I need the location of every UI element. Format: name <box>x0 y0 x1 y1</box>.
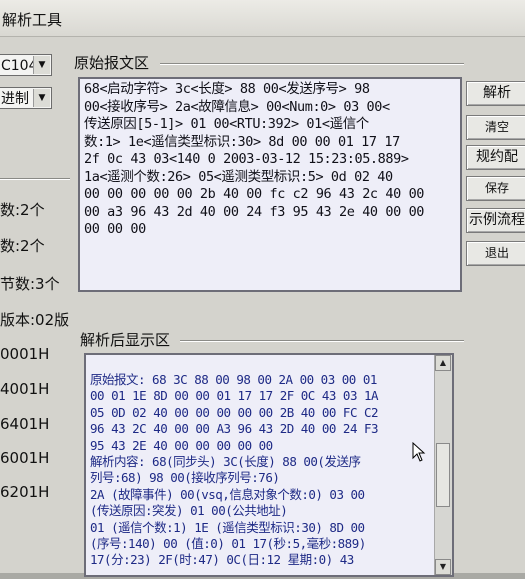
save-button[interactable]: 保存 <box>466 176 525 201</box>
info-line: 4001H <box>0 380 50 398</box>
raw-message-textbox[interactable]: 68<启动字符> 3c<长度> 88 00<发送序号> 98 00<接收序号> … <box>78 77 462 292</box>
protocol-config-button[interactable]: 规约配 <box>466 145 525 170</box>
info-line: 节数:3个 <box>0 275 60 293</box>
raw-section-label: 原始报文区 <box>74 54 150 72</box>
parsed-section-label: 解析后显示区 <box>80 331 171 349</box>
parsed-result-textbox[interactable]: 原始报文: 68 3C 88 00 98 00 2A 00 03 00 01 0… <box>84 353 454 577</box>
title-bar: 解析工具 <box>0 0 525 37</box>
parsed-result-text[interactable]: 原始报文: 68 3C 88 00 98 00 2A 00 03 00 01 0… <box>90 372 420 569</box>
main-client: C104 ▼ 进制 ▼ 数:2个 数:2个 节数:3个 版本:02版 0001H… <box>0 37 525 577</box>
radix-value: 进制 <box>1 91 29 107</box>
scroll-thumb[interactable] <box>436 443 450 507</box>
exit-button[interactable]: 退出 <box>466 241 525 266</box>
chevron-down-icon[interactable]: ▼ <box>33 89 50 107</box>
group-divider <box>180 340 464 341</box>
mouse-pointer-icon <box>412 442 426 462</box>
window-title: 解析工具 <box>2 11 63 29</box>
raw-message-text[interactable]: 68<启动字符> 3c<长度> 88 00<发送序号> 98 00<接收序号> … <box>84 81 446 239</box>
vertical-scrollbar[interactable]: ▲ ▼ <box>434 355 452 575</box>
info-line: 0001H <box>0 345 50 363</box>
info-line: 6201H <box>0 483 50 501</box>
group-divider <box>160 63 464 64</box>
info-line: 版本:02版 <box>0 311 70 329</box>
protocol-combo[interactable]: C104 ▼ <box>0 54 52 76</box>
chevron-down-icon[interactable]: ▼ <box>33 56 50 74</box>
info-line: 数:2个 <box>0 201 45 219</box>
example-flow-button[interactable]: 示例流程 <box>466 208 525 233</box>
parse-button[interactable]: 解析 <box>466 81 525 106</box>
info-line: 数:2个 <box>0 237 45 255</box>
info-line: 6401H <box>0 415 50 433</box>
clear-button[interactable]: 清空 <box>466 115 525 140</box>
radix-combo[interactable]: 进制 ▼ <box>0 87 52 109</box>
info-line: 6001H <box>0 449 50 467</box>
scroll-up-icon[interactable]: ▲ <box>435 355 451 371</box>
